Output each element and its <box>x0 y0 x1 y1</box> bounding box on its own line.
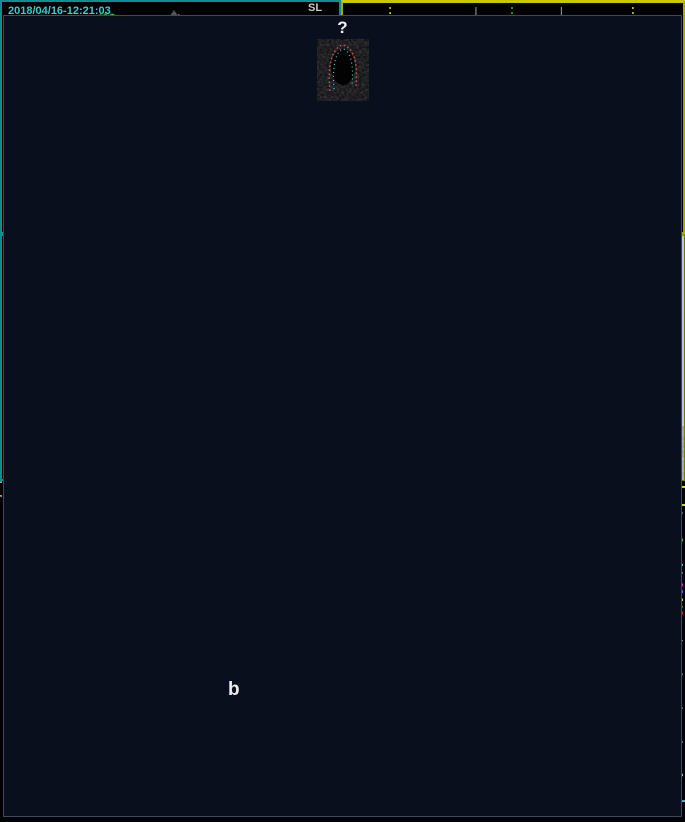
colorbar-mode-label: SL <box>308 2 323 14</box>
figure-label-b: b <box>228 679 240 700</box>
dica-body: ? <box>3 15 682 817</box>
dica-thumbnail-image <box>316 39 369 101</box>
dica-tooltip-window[interactable]: Dica ? <box>0 15 682 817</box>
help-question-mark: ? <box>337 18 348 37</box>
partial-circle-glyph <box>0 481 3 497</box>
